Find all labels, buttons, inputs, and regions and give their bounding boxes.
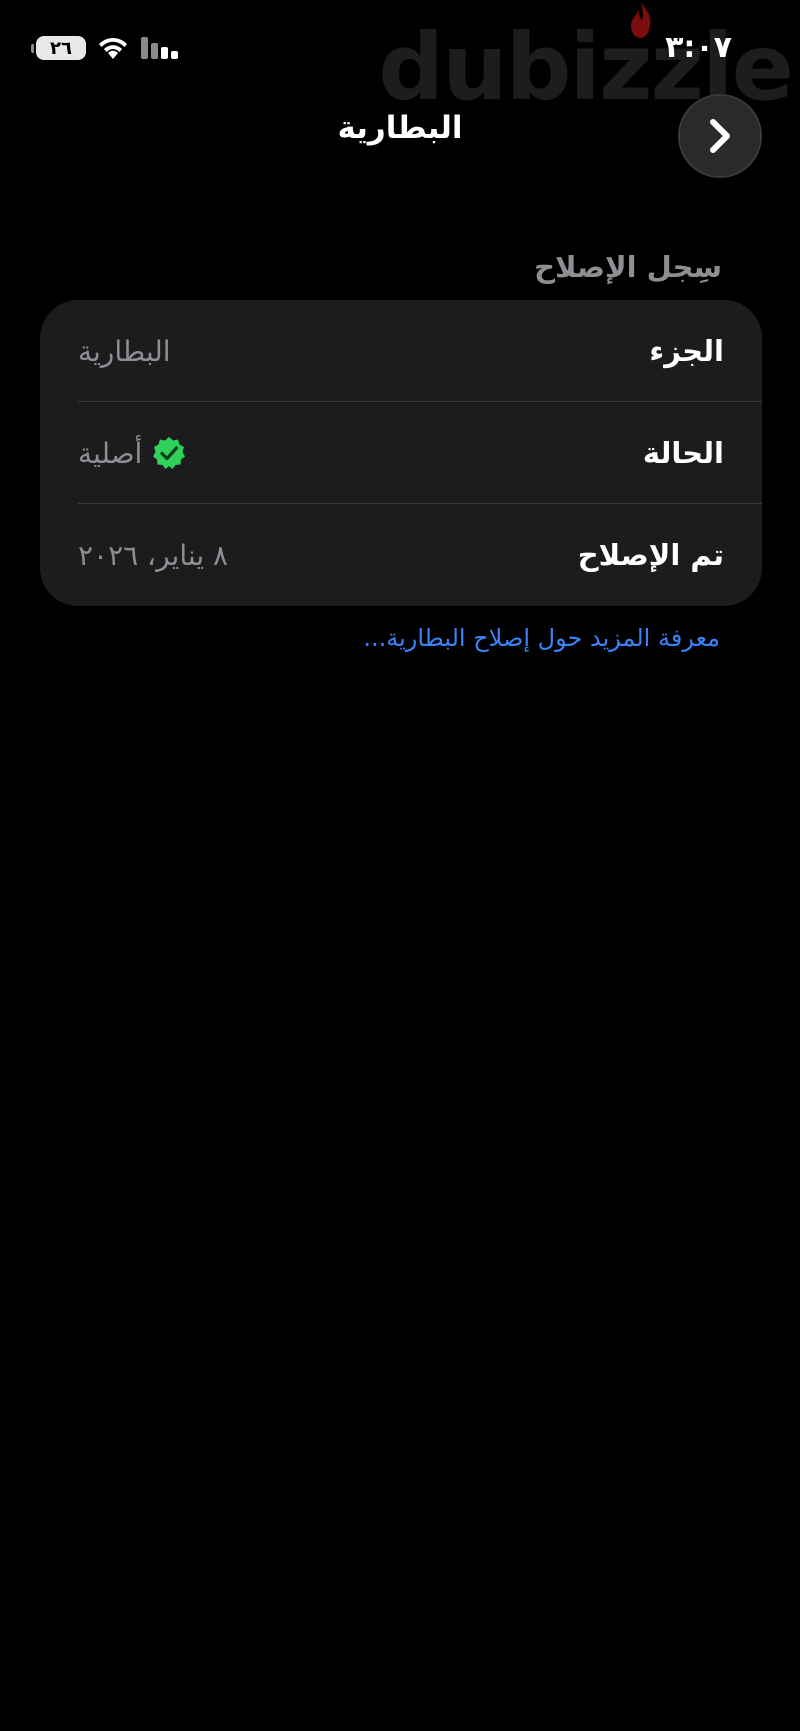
repair-history-card: الجزء البطارية الحالة أصلية تم الإصلاح ٨… [40,300,762,606]
status-time: ٣:٠٧ [665,30,732,65]
row-value-part: البطارية [78,334,171,368]
battery-nub [31,44,34,53]
learn-more-link[interactable]: معرفة المزيد حول إصلاح البطارية... [363,624,720,652]
page-title: البطارية [337,110,463,146]
battery-level: ٢٦ [50,37,72,59]
row-part: الجزء البطارية [78,300,724,402]
status-bar: ٢٦ ٣:٠٧ [0,28,800,68]
row-status: الحالة أصلية [78,402,724,504]
row-label-part: الجزء [649,334,724,368]
row-label-repair-date: تم الإصلاح [577,538,724,572]
verified-check-icon [153,437,186,469]
row-value-repair-date: ٨ يناير، ٢٠٢٦ [78,538,229,572]
cellular-signal-icon [141,37,178,59]
row-label-status: الحالة [642,436,724,470]
row-value-status: أصلية [78,436,143,470]
row-value-status-wrapper: أصلية [78,436,186,470]
status-icons: ٢٦ [31,34,180,62]
battery-icon: ٢٦ [31,36,86,60]
wifi-icon [99,38,127,59]
row-repair-date: تم الإصلاح ٨ يناير، ٢٠٢٦ [78,504,724,606]
section-header-repair-history: سِجل الإصلاح [534,250,722,284]
